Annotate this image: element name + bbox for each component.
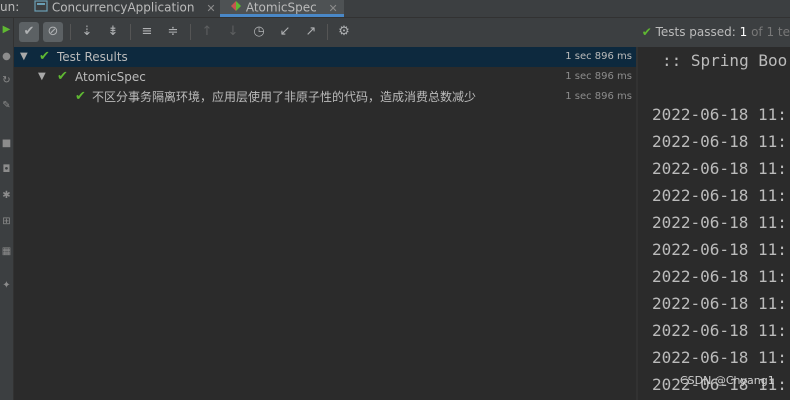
import-tests-icon[interactable]: ↙ (275, 22, 295, 42)
collapse-all-icon[interactable]: ≑ (163, 22, 183, 42)
restore-layout-icon[interactable]: ⊞ (0, 216, 13, 227)
test-duration: 1 sec 896 ms (565, 51, 632, 62)
test-duration: 1 sec 896 ms (565, 91, 632, 102)
export-tests-icon[interactable]: ↗ (301, 22, 321, 42)
tab-concurrency-application[interactable]: ConcurrencyApplication ✕ (34, 0, 220, 17)
tree-row-label: AtomicSpec (75, 70, 146, 84)
previous-failed-icon[interactable]: ↑ (197, 22, 217, 42)
check-icon: ✔ (39, 49, 50, 64)
stop-icon[interactable]: ■ (0, 138, 13, 149)
toolbar-divider (190, 24, 191, 40)
wrench-icon[interactable]: ✎ (0, 100, 13, 111)
log-line: 2022-06-18 11: (652, 213, 787, 232)
test-runner-toolbar: ✔ ⊘ ⇣ ⇟ ≡ ≑ ↑ ↓ ◷ ↙ ↗ ⚙ ✔ Tests passed: … (14, 18, 790, 48)
test-duration: 1 sec 896 ms (565, 71, 632, 82)
next-failed-icon[interactable]: ↓ (223, 22, 243, 42)
settings-gear-icon[interactable]: ⚙ (334, 22, 354, 42)
expand-all-icon[interactable]: ≡ (137, 22, 157, 42)
pin-icon[interactable]: ✱ (0, 190, 13, 201)
sort-alphabetically-icon[interactable]: ⇣ (77, 22, 97, 42)
log-line: 2022-06-18 11: (652, 240, 787, 259)
status-prefix: Tests passed: (655, 25, 740, 39)
tree-row-atomic-spec[interactable]: ▼ ✔ AtomicSpec 1 sec 896 ms (14, 67, 636, 87)
show-ignored-icon[interactable]: ⊘ (43, 22, 63, 42)
history-icon[interactable]: ◷ (249, 22, 269, 42)
tab-label: ConcurrencyApplication (51, 0, 195, 15)
spring-boot-banner: :: Spring Boo (662, 51, 788, 70)
check-icon: ✔ (57, 69, 68, 84)
test-status: ✔ Tests passed: 1 of 1 te (642, 18, 790, 47)
tree-row-test-results[interactable]: ▼ ✔ Test Results 1 sec 896 ms (14, 47, 636, 67)
toolbar-divider (327, 24, 328, 40)
show-passed-icon[interactable]: ✔ (19, 22, 39, 42)
rerun-failed-icon[interactable]: ↻ (0, 75, 13, 86)
tab-atomic-spec[interactable]: AtomicSpec ✕ (220, 0, 344, 17)
log-line: 2022-06-18 11: (652, 267, 787, 286)
test-results-tree: ▼ ✔ Test Results 1 sec 896 ms ▼ ✔ Atomic… (14, 47, 636, 400)
chevron-down-icon[interactable]: ▼ (38, 67, 46, 87)
log-line: 2022-06-18 11: (652, 348, 787, 367)
tab-bar: un: ConcurrencyApplication ✕ AtomicSpec … (0, 0, 790, 18)
log-line: 2022-06-18 11: (652, 294, 787, 313)
rerun-icon[interactable]: ▶ (0, 24, 13, 35)
pin-tab-icon[interactable]: ✦ (0, 280, 13, 291)
toolbar-divider (130, 24, 131, 40)
close-icon[interactable]: ✕ (206, 2, 215, 15)
console-output[interactable]: :: Spring Boo 2022-06-18 11: 2022-06-18 … (638, 47, 790, 400)
log-line: 2022-06-18 11: (652, 105, 787, 124)
status-suffix: of 1 te (747, 25, 790, 39)
sort-by-duration-icon[interactable]: ⇟ (103, 22, 123, 42)
chevron-down-icon[interactable]: ▼ (20, 47, 28, 67)
tab-label: AtomicSpec (245, 0, 317, 15)
check-icon: ✔ (641, 25, 652, 39)
tree-row-test-case[interactable]: ✔ 不区分事务隔离环境，应用层使用了非原子性的代码，造成消费总数减少 1 sec… (14, 87, 636, 107)
close-icon[interactable]: ✕ (329, 2, 338, 15)
run-tool-window-label: un: (0, 0, 20, 14)
log-line: 2022-06-18 11: (652, 132, 787, 151)
tree-row-label: Test Results (57, 50, 128, 64)
application-config-icon (34, 0, 48, 16)
watermark: CSDN @Chyang1 (680, 374, 775, 387)
debug-icon[interactable]: ● (0, 51, 13, 62)
tree-row-label: 不区分事务隔离环境，应用层使用了非原子性的代码，造成消费总数减少 (92, 90, 477, 104)
log-line: 2022-06-18 11: (652, 186, 787, 205)
check-icon: ✔ (75, 89, 86, 104)
spock-spec-icon (230, 0, 242, 16)
camera-icon[interactable]: ◘ (0, 164, 13, 175)
toolbar-divider (70, 24, 71, 40)
log-line: 2022-06-18 11: (652, 321, 787, 340)
run-side-toolbar: ▶ ● ↻ ✎ ■ ◘ ✱ ⊞ ▦ ✦ (0, 18, 14, 400)
layout-icon[interactable]: ▦ (0, 246, 13, 257)
log-line: 2022-06-18 11: (652, 159, 787, 178)
